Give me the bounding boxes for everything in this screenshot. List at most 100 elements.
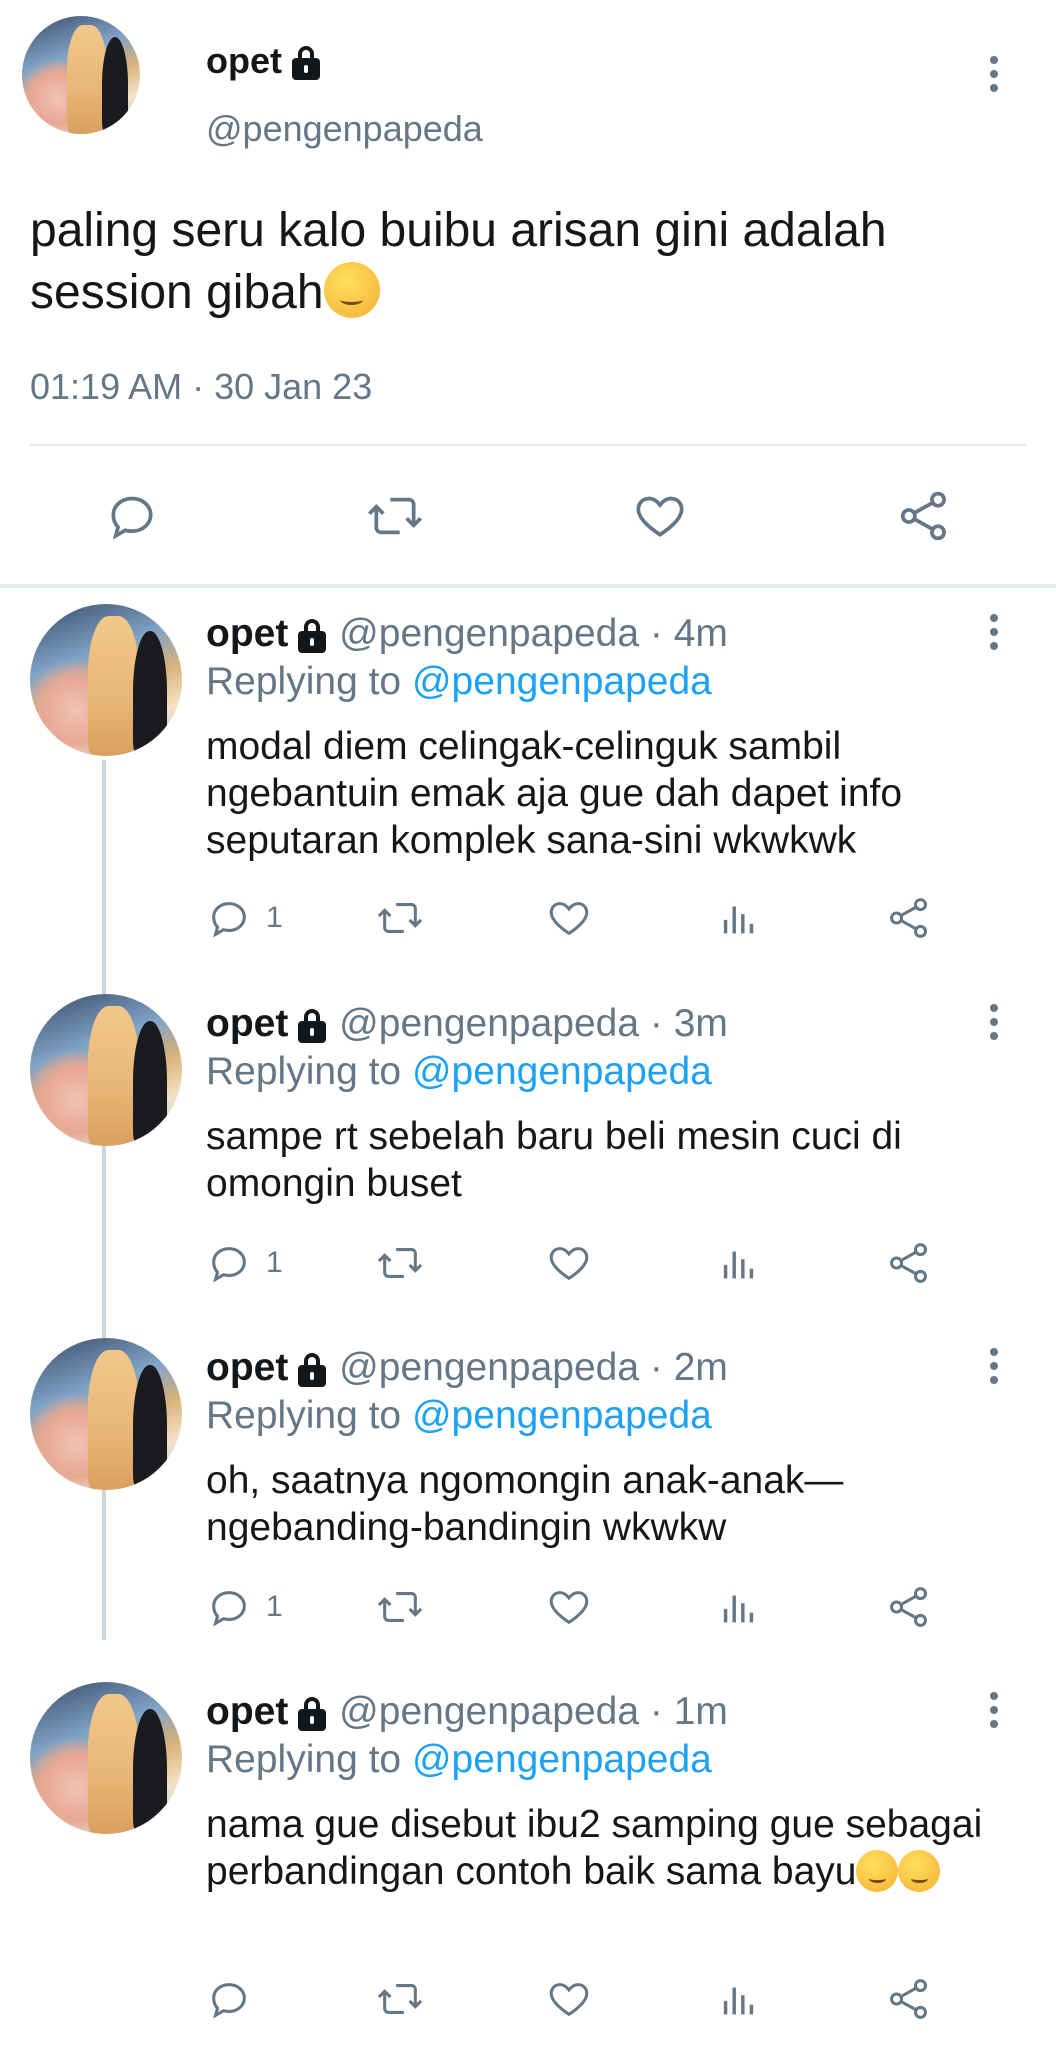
share-icon xyxy=(890,1243,928,1283)
lock-icon xyxy=(296,1696,328,1731)
share-button[interactable] xyxy=(886,1240,932,1286)
retweet-icon xyxy=(377,903,423,933)
avatar[interactable] xyxy=(30,604,182,756)
share-button[interactable] xyxy=(886,1584,932,1630)
reply-count: 1 xyxy=(266,1590,283,1623)
reply-icon xyxy=(212,1591,246,1627)
like-icon xyxy=(549,1983,589,2017)
more-options-icon[interactable] xyxy=(989,614,999,650)
retweet-button[interactable] xyxy=(374,895,426,941)
analytics-icon xyxy=(723,1987,754,2015)
reply-icon xyxy=(212,902,246,938)
reply-button[interactable]: 1 xyxy=(206,895,283,941)
author-name[interactable]: opet xyxy=(206,40,322,82)
share-icon xyxy=(890,898,928,938)
retweet-button[interactable] xyxy=(374,1976,426,2022)
replying-prefix: Replying to xyxy=(206,1738,402,1781)
analytics-button[interactable] xyxy=(716,1240,762,1286)
tweet-text: paling seru kalo buibu arisan gini adala… xyxy=(30,200,1030,324)
lock-icon xyxy=(296,618,328,653)
like-button[interactable] xyxy=(632,488,688,544)
replying-to-link[interactable]: @pengenpapeda xyxy=(412,660,712,703)
more-options-icon[interactable] xyxy=(989,56,999,92)
like-button[interactable] xyxy=(546,1976,592,2022)
reply-button[interactable]: 1 xyxy=(206,1584,283,1630)
avatar[interactable] xyxy=(30,1682,182,1834)
reply-button[interactable] xyxy=(104,488,160,544)
reply-text: oh, saatnya ngomongin anak-anak—ngebandi… xyxy=(206,1459,844,1549)
author-name[interactable]: opet xyxy=(206,1346,288,1389)
reply-icon xyxy=(212,1983,246,2019)
replying-prefix: Replying to xyxy=(206,1394,402,1437)
like-icon xyxy=(549,902,589,936)
retweet-icon xyxy=(377,1984,423,2014)
reply-header: opet @pengenpapeda · 4m xyxy=(206,612,728,656)
thread-line xyxy=(102,760,106,1640)
like-button[interactable] xyxy=(546,1240,592,1286)
avatar[interactable] xyxy=(30,994,182,1146)
share-icon xyxy=(890,1587,928,1627)
reply-button[interactable] xyxy=(206,1976,252,2022)
like-icon xyxy=(549,1591,589,1625)
retweet-icon xyxy=(368,497,422,535)
replying-to: Replying to @pengenpapeda xyxy=(206,660,712,704)
replying-to: Replying to @pengenpapeda xyxy=(206,1050,712,1094)
reply-text: modal diem celingak-celinguk sambil ngeb… xyxy=(206,725,903,862)
reply-count: 1 xyxy=(266,901,283,934)
share-button[interactable] xyxy=(886,1976,932,2022)
author-handle[interactable]: @pengenpapeda xyxy=(206,108,483,150)
replying-prefix: Replying to xyxy=(206,660,402,703)
analytics-icon xyxy=(723,1595,754,1623)
reply-header: opet @pengenpapeda · 2m xyxy=(206,1346,728,1390)
drooling-face-emoji xyxy=(323,262,380,318)
replying-prefix: Replying to xyxy=(206,1050,402,1093)
analytics-icon xyxy=(723,906,754,934)
retweet-icon xyxy=(377,1592,423,1622)
retweet-button[interactable] xyxy=(374,1584,426,1630)
share-button[interactable] xyxy=(896,488,952,544)
lock-icon xyxy=(296,1008,328,1043)
analytics-button[interactable] xyxy=(716,1584,762,1630)
author-name[interactable]: opet xyxy=(206,612,288,655)
author-handle[interactable]: @pengenpapeda · 2m xyxy=(339,1346,728,1389)
replying-to: Replying to @pengenpapeda xyxy=(206,1738,712,1782)
reply-text: sampe rt sebelah baru beli mesin cuci di… xyxy=(206,1115,902,1205)
like-button[interactable] xyxy=(546,1584,592,1630)
like-button[interactable] xyxy=(546,895,592,941)
tweet-timestamp: 01:19 AM · 30 Jan 23 xyxy=(30,366,373,407)
drooling-face-emoji xyxy=(856,1850,899,1892)
reply-icon xyxy=(111,496,153,540)
reply-count: 1 xyxy=(266,1246,283,1279)
like-icon xyxy=(636,496,684,537)
author-handle[interactable]: @pengenpapeda · 1m xyxy=(339,1690,728,1733)
avatar[interactable] xyxy=(22,16,140,134)
lock-icon xyxy=(290,46,322,81)
more-options-icon[interactable] xyxy=(989,1348,999,1384)
reply-button[interactable]: 1 xyxy=(206,1240,283,1286)
divider xyxy=(30,444,1026,446)
author-handle[interactable]: @pengenpapeda · 4m xyxy=(339,612,728,655)
share-button[interactable] xyxy=(886,895,932,941)
reply-text: nama gue disebut ibu2 samping gue sebaga… xyxy=(206,1801,1006,1895)
reply-icon xyxy=(212,1247,246,1283)
retweet-icon xyxy=(377,1248,423,1278)
retweet-button[interactable] xyxy=(374,1240,426,1286)
author-name[interactable]: opet xyxy=(206,1002,288,1045)
lock-icon xyxy=(296,1352,328,1387)
replying-to-link[interactable]: @pengenpapeda xyxy=(412,1050,712,1093)
replying-to-link[interactable]: @pengenpapeda xyxy=(412,1738,712,1781)
share-icon xyxy=(890,1979,928,2019)
analytics-icon xyxy=(723,1251,754,1279)
like-icon xyxy=(549,1247,589,1281)
retweet-button[interactable] xyxy=(364,488,426,544)
avatar[interactable] xyxy=(30,1338,182,1490)
author-handle[interactable]: @pengenpapeda · 3m xyxy=(339,1002,728,1045)
more-options-icon[interactable] xyxy=(989,1004,999,1040)
analytics-button[interactable] xyxy=(716,895,762,941)
analytics-button[interactable] xyxy=(716,1976,762,2022)
section-divider xyxy=(0,584,1056,588)
reply-header: opet @pengenpapeda · 1m xyxy=(206,1690,728,1734)
more-options-icon[interactable] xyxy=(989,1692,999,1728)
replying-to-link[interactable]: @pengenpapeda xyxy=(412,1394,712,1437)
author-name[interactable]: opet xyxy=(206,1690,288,1733)
